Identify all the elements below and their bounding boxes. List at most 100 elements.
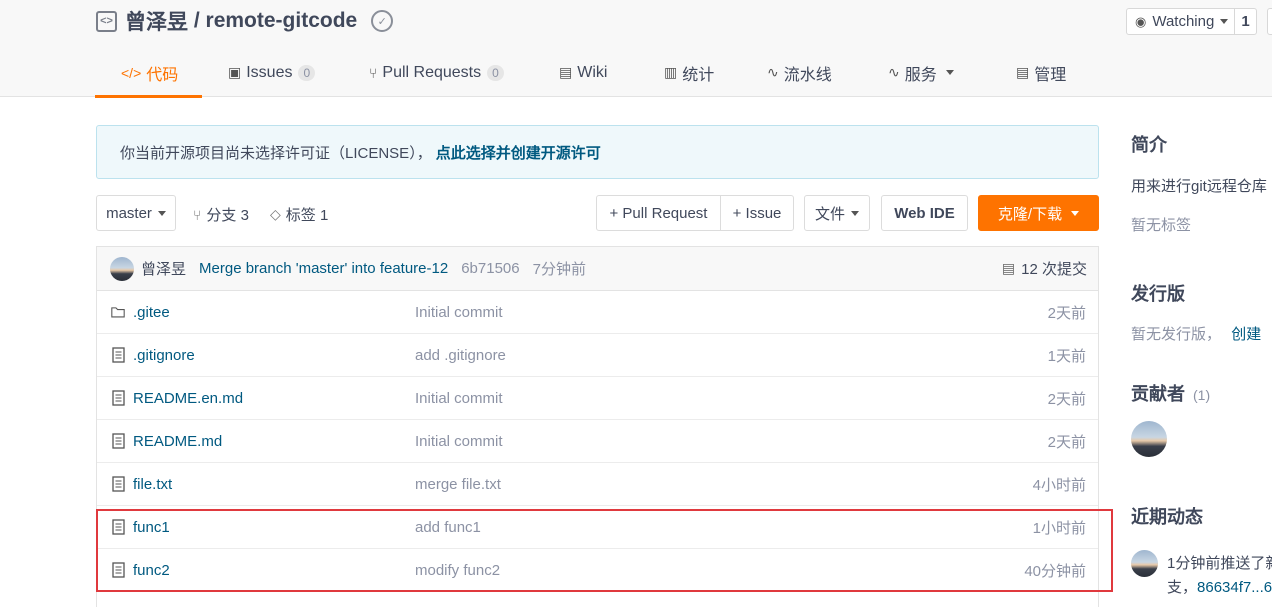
chevron-down-icon xyxy=(945,70,954,75)
tab-manage[interactable]: ▤ 管理 xyxy=(1016,48,1086,97)
tags-label: 标签 1 xyxy=(285,207,329,224)
tab-label: 统计 xyxy=(682,66,715,84)
recommend-badge-icon[interactable]: ✓ xyxy=(371,10,394,32)
file-menu-button[interactable]: 文件 xyxy=(804,195,870,231)
file-commit-message-link[interactable]: add .gitignore xyxy=(415,347,506,364)
activity-prefix: 支， xyxy=(1167,579,1198,596)
no-tags-text: 暂无标签 xyxy=(1131,217,1192,234)
file-commit-message-link[interactable]: merge file.txt xyxy=(415,476,501,493)
file-name-link[interactable]: .gitee xyxy=(133,304,170,321)
repo-separator: / xyxy=(188,9,206,32)
tab-label: 流水线 xyxy=(783,66,832,84)
tab-pipeline[interactable]: ∿ 流水线 xyxy=(767,48,851,97)
sidebar: 简介 用来进行git远程仓库 暂无标签 发行版 暂无发行版， 创建 贡献者 (1… xyxy=(1131,0,1272,607)
branches-link[interactable]: ⑂ 分支 3 xyxy=(193,204,249,225)
repo-title: <> 曾泽昱 / remote-gitcode ✓ xyxy=(96,6,394,36)
file-name-link[interactable]: README.en.md xyxy=(133,390,243,407)
new-issue-button[interactable]: + Issue xyxy=(720,195,794,231)
file-commit-time: 2天前 xyxy=(1047,433,1086,451)
tab-issues[interactable]: ▣ Issues 0 xyxy=(228,48,328,97)
commit-sha[interactable]: 6b71506 xyxy=(461,260,519,277)
avatar[interactable] xyxy=(1131,550,1158,577)
tab-label: Issues xyxy=(246,63,293,81)
file-commit-message-link[interactable]: Initial commit xyxy=(415,390,503,407)
commits-doc-icon: ▤ xyxy=(1001,260,1016,276)
latest-commit-bar: 曾泽昱 Merge branch 'master' into feature-1… xyxy=(97,247,1098,291)
pr-count-badge: 0 xyxy=(487,64,504,81)
file-name-link[interactable]: func1 xyxy=(133,519,170,536)
tab-label: 服务 xyxy=(904,66,937,84)
pulse-icon: ∿ xyxy=(888,64,900,80)
branch-select[interactable]: master xyxy=(96,195,176,231)
repo-name-link[interactable]: remote-gitcode xyxy=(206,9,358,33)
file-commit-time: 4小时前 xyxy=(1032,476,1086,494)
file-icon xyxy=(111,433,125,449)
new-issue-label: + Issue xyxy=(732,204,782,222)
file-icon xyxy=(111,519,125,535)
file-commit-message-link[interactable]: add func1 xyxy=(415,519,481,536)
tab-stats[interactable]: ▥ 统计 xyxy=(664,48,730,97)
file-icon xyxy=(111,562,125,578)
chevron-down-icon xyxy=(157,210,166,216)
web-ide-label: Web IDE xyxy=(894,204,955,222)
commit-message-link[interactable]: Merge branch 'master' into feature-12 xyxy=(199,260,448,277)
release-info: 暂无发行版， 创建 xyxy=(1131,323,1261,344)
commit-count-label: 12 次提交 xyxy=(1021,261,1087,278)
clone-download-label: 克隆/下载 xyxy=(997,205,1063,223)
commit-time: 7分钟前 xyxy=(532,261,586,278)
file-commit-message-link[interactable]: modify func2 xyxy=(415,562,500,579)
new-pull-request-label: + Pull Request xyxy=(609,204,708,222)
branch-icon: ⑂ xyxy=(193,206,202,223)
repo-header: <> 曾泽昱 / remote-gitcode ✓ ◉ Watching 1 <… xyxy=(0,0,1272,98)
file-commit-time: 1小时前 xyxy=(1032,519,1086,537)
create-license-link[interactable]: 点此选择并创建开源许可 xyxy=(436,142,601,163)
tag-icon: ◇ xyxy=(270,206,281,222)
file-name-link[interactable]: func2 xyxy=(133,562,170,579)
pull-request-icon: ⑂ xyxy=(369,64,378,81)
avatar[interactable] xyxy=(1131,421,1167,457)
file-list: 曾泽昱 Merge branch 'master' into feature-1… xyxy=(96,246,1099,607)
file-menu-label: 文件 xyxy=(814,205,845,223)
file-row[interactable]: func1 add func1 1小时前 xyxy=(97,506,1098,549)
web-ide-button[interactable]: Web IDE xyxy=(881,195,968,231)
file-commit-message-link[interactable]: Initial commit xyxy=(415,433,503,450)
file-row[interactable]: .gitee Initial commit 2天前 xyxy=(97,291,1098,334)
issues-count-badge: 0 xyxy=(298,64,316,81)
file-name-link[interactable]: file.txt xyxy=(133,476,172,493)
file-row[interactable]: README.en.md Initial commit 2天前 xyxy=(97,377,1098,420)
avatar[interactable] xyxy=(110,256,134,281)
contributors-title: 贡献者 (1) xyxy=(1131,380,1210,406)
commit-count-link[interactable]: ▤ 12 次提交 xyxy=(1002,258,1087,279)
activity-commit-link[interactable]: 86634f7...6 xyxy=(1197,579,1272,596)
clone-download-button[interactable]: 克隆/下载 xyxy=(978,195,1099,231)
file-commit-time: 1天前 xyxy=(1047,347,1086,365)
chevron-down-icon xyxy=(1071,210,1080,216)
repo-owner-link[interactable]: 曾泽昱 xyxy=(125,6,188,36)
tab-wiki[interactable]: ▤ Wiki xyxy=(559,48,622,97)
file-name-link[interactable]: README.md xyxy=(133,433,222,450)
file-name-link[interactable]: .gitignore xyxy=(133,347,195,364)
activity-title: 近期动态 xyxy=(1131,507,1203,527)
folder-icon xyxy=(111,304,125,320)
file-row[interactable]: README.md Initial commit 2天前 xyxy=(97,420,1098,463)
new-pull-request-button[interactable]: + Pull Request xyxy=(596,195,721,231)
tab-services[interactable]: ∿ 服务 xyxy=(888,48,978,97)
repo-icon: <> xyxy=(96,10,117,32)
chevron-down-icon xyxy=(851,210,859,216)
tab-label: 代码 xyxy=(146,66,179,84)
commit-author[interactable]: 曾泽昱 xyxy=(141,258,186,279)
create-release-link[interactable]: 创建 xyxy=(1231,326,1261,343)
activity-line: 支，86634f7...6 xyxy=(1167,576,1272,597)
issues-icon: ▣ xyxy=(228,64,242,80)
tab-code[interactable]: </> 代码 xyxy=(95,48,202,98)
tab-label: Wiki xyxy=(577,63,608,81)
file-commit-message-link[interactable]: Initial commit xyxy=(415,304,503,321)
tags-link[interactable]: ◇ 标签 1 xyxy=(270,204,328,225)
file-row[interactable]: .gitignore add .gitignore 1天前 xyxy=(97,334,1098,377)
wiki-icon: ▤ xyxy=(559,64,573,80)
tab-pull-requests[interactable]: ⑂ Pull Requests 0 xyxy=(369,48,519,97)
contributors-label: 贡献者 xyxy=(1131,384,1185,404)
file-row[interactable]: file.txt merge file.txt 4小时前 xyxy=(97,463,1098,506)
intro-text: 用来进行git远程仓库 xyxy=(1131,178,1267,195)
file-row[interactable]: func2 modify func2 40分钟前 xyxy=(97,549,1098,592)
